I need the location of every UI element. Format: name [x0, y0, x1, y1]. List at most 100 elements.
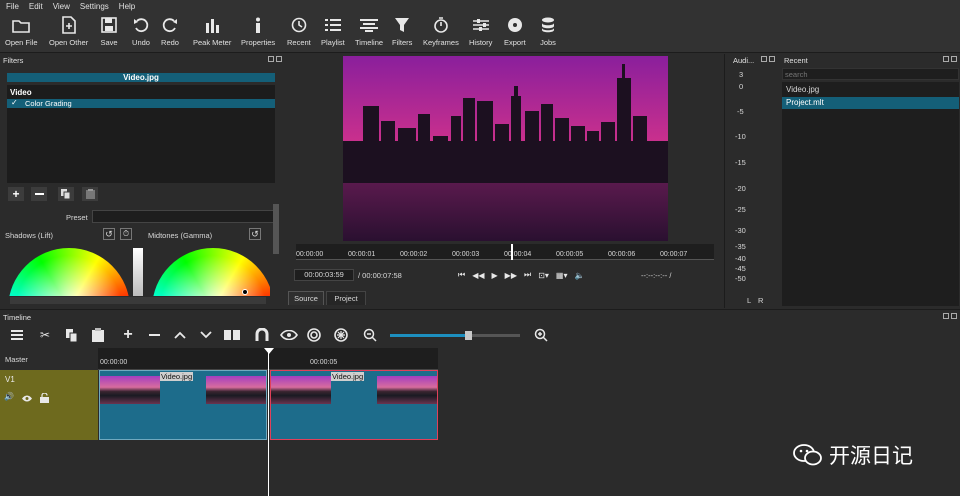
keyframes-button[interactable]: Keyframes — [423, 15, 459, 51]
add-filter-button[interactable]: + — [8, 187, 24, 201]
fast-forward-icon[interactable]: ▶▶ — [505, 271, 517, 280]
shadows-keyframe-button[interactable]: ⏱ — [120, 228, 132, 240]
audio-scale-label: -25 — [735, 205, 746, 214]
skip-next-icon[interactable]: ⏭ — [524, 270, 531, 280]
grid-icon[interactable]: ▦▾ — [556, 271, 568, 280]
paste-filter-button[interactable] — [82, 187, 98, 201]
cut-button[interactable]: ✂ — [36, 326, 54, 344]
player-playhead[interactable] — [511, 244, 513, 260]
zoom-slider[interactable] — [390, 331, 520, 340]
player-ruler[interactable]: 00:00:00 00:00:01 00:00:02 00:00:03 00:0… — [296, 244, 714, 260]
shadows-color-wheel[interactable] — [8, 248, 130, 296]
timeline-playhead[interactable] — [268, 348, 269, 496]
player-ruler-tick: 00:00:01 — [348, 251, 376, 258]
history-button[interactable]: History — [469, 15, 492, 51]
copy-button[interactable] — [63, 326, 81, 344]
playlist-button[interactable]: Playlist — [321, 15, 345, 51]
midtones-color-wheel[interactable] — [152, 248, 270, 296]
recent-list: Video.jpg Project.mlt — [782, 82, 959, 306]
open-file-button[interactable]: Open File — [5, 15, 38, 51]
timeline-panel-title: Timeline — [3, 313, 32, 322]
ripple-delete-button[interactable] — [145, 326, 163, 344]
remove-filter-button[interactable] — [31, 187, 47, 201]
undo-button[interactable]: Undo — [131, 15, 151, 51]
timeline-clip[interactable]: Video.jpg — [99, 370, 267, 440]
filters-dock-buttons[interactable] — [268, 56, 282, 63]
timeline-dock-buttons[interactable] — [943, 313, 957, 320]
split-button[interactable] — [223, 326, 241, 344]
clip-thumbnail-out — [206, 376, 266, 404]
preset-combobox[interactable] — [92, 210, 276, 223]
timeline-playhead-marker[interactable] — [264, 348, 274, 354]
lock-icon[interactable] — [40, 393, 49, 403]
recent-search-input[interactable] — [782, 68, 959, 80]
eye-icon[interactable] — [22, 395, 32, 402]
menu-file[interactable]: File — [6, 2, 19, 11]
shadows-luma-slider[interactable] — [133, 248, 143, 296]
ripple-all-button[interactable] — [332, 326, 350, 344]
recent-item-selected[interactable]: Project.mlt — [782, 97, 959, 109]
redo-button[interactable]: Redo — [160, 15, 180, 51]
properties-button[interactable]: Properties — [241, 15, 275, 51]
save-button[interactable]: Save — [99, 15, 119, 51]
shadows-reset-button[interactable]: ↺ — [103, 228, 115, 240]
skip-previous-icon[interactable]: ⏮ — [458, 270, 465, 280]
zoom-in-button[interactable] — [532, 326, 550, 344]
filter-list: Video ✓ Color Grading — [7, 85, 275, 183]
lift-button[interactable] — [171, 326, 189, 344]
timeline-empty-area[interactable] — [438, 348, 960, 440]
overwrite-button[interactable] — [197, 326, 215, 344]
zoom-icon[interactable]: ⊡▾ — [538, 271, 549, 280]
recent-item[interactable]: Video.jpg — [782, 84, 959, 96]
peak-meter-button[interactable]: Peak Meter — [193, 15, 231, 51]
menu-help[interactable]: Help — [119, 2, 135, 11]
v1-track-header[interactable]: V1 🔊 — [0, 370, 98, 440]
recent-panel: Recent Video.jpg Project.mlt — [781, 54, 960, 308]
filter-item-color-grading[interactable]: ✓ Color Grading — [7, 98, 275, 108]
position-timecode[interactable]: 00:00:03:59 — [294, 269, 354, 281]
snap-button[interactable] — [253, 326, 271, 344]
player-ruler-tick: 00:00:00 — [296, 251, 324, 258]
midtones-reset-button[interactable]: ↺ — [249, 228, 261, 240]
tab-project[interactable]: Project — [326, 291, 366, 305]
timeline-clip-selected[interactable]: Video.jpg — [270, 370, 438, 440]
paste-button[interactable] — [89, 326, 107, 344]
plus-icon: + — [12, 187, 20, 201]
copy-filter-button[interactable] — [58, 187, 74, 201]
recent-dock-buttons[interactable] — [943, 56, 957, 63]
filters-button[interactable]: Filters — [392, 15, 412, 51]
filters-h-scrollbar[interactable] — [10, 297, 266, 304]
timeline-button[interactable]: Timeline — [355, 15, 383, 51]
timeline-menu-button[interactable] — [8, 326, 26, 344]
audio-dock-buttons[interactable] — [761, 56, 775, 63]
export-button[interactable]: Export — [504, 15, 526, 51]
rewind-icon[interactable]: ◀◀ — [472, 271, 484, 280]
mute-icon[interactable]: 🔊 — [4, 392, 14, 401]
ripple-button[interactable] — [305, 326, 323, 344]
menu-edit[interactable]: Edit — [29, 2, 43, 11]
filter-item-label: Color Grading — [25, 99, 72, 108]
filter-checkbox-icon[interactable]: ✓ — [11, 98, 18, 107]
append-button[interactable]: + — [119, 326, 137, 344]
menu-settings[interactable]: Settings — [80, 2, 109, 11]
volume-icon[interactable]: 🔈 — [574, 271, 584, 280]
duration-timecode: / 00:00:07:58 — [358, 271, 402, 280]
jobs-icon — [538, 15, 558, 35]
copy-icon — [61, 189, 71, 199]
audio-scale-label: -35 — [735, 242, 746, 251]
play-icon[interactable]: ▶ — [492, 271, 498, 280]
open-other-button[interactable]: Open Other — [49, 15, 88, 51]
audio-channel-right: R — [758, 296, 764, 305]
jobs-button[interactable]: Jobs — [538, 15, 558, 51]
scrub-button[interactable] — [280, 326, 298, 344]
zoom-slider-handle[interactable] — [465, 331, 472, 340]
timeline-ruler-tick: 00:00:05 — [310, 359, 338, 366]
audio-scale-label: -30 — [735, 226, 746, 235]
filters-scrollbar[interactable] — [273, 204, 279, 254]
midtones-wheel-handle[interactable] — [242, 289, 248, 295]
tab-source[interactable]: Source — [288, 291, 324, 305]
zoom-out-button[interactable] — [361, 326, 379, 344]
menu-view[interactable]: View — [53, 2, 70, 11]
recent-button[interactable]: Recent — [287, 15, 311, 51]
filters-panel: Filters Video.jpg Video ✓ Color Grading … — [0, 54, 284, 308]
